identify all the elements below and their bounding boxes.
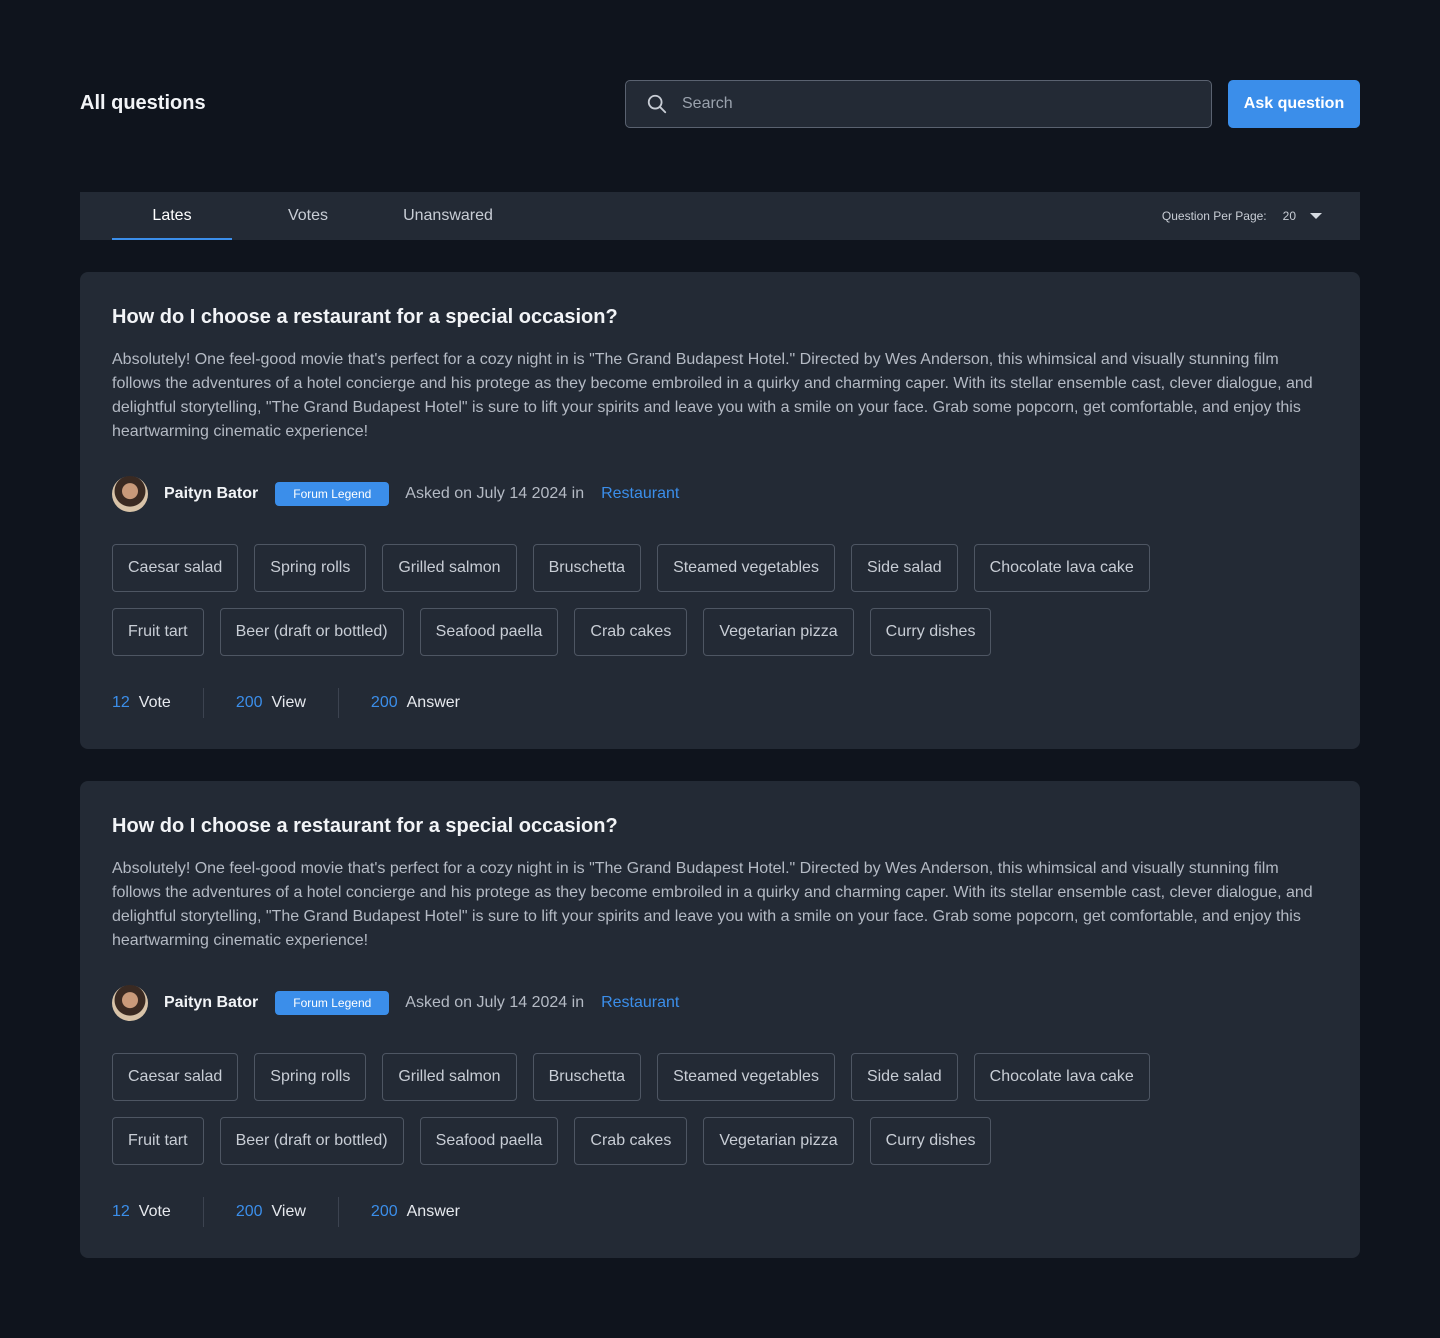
divider (202, 688, 204, 718)
tag-chip[interactable]: Spring rolls (254, 1053, 367, 1101)
tag-chip[interactable]: Spring rolls (254, 544, 367, 592)
answer-stat[interactable]: 200 Answer (371, 694, 460, 712)
tag-chip[interactable]: Fruit tart (112, 608, 204, 656)
ask-question-button[interactable]: Ask question (1228, 80, 1360, 128)
tag-chip[interactable]: Bruschetta (532, 544, 642, 592)
question-meta: Paityn Bator Forum Legend Asked on July … (112, 985, 679, 1021)
tabs-bar: Lates Votes Unanswared Question Per Page… (80, 192, 1360, 240)
tag-chip[interactable]: Crab cakes (574, 1117, 688, 1165)
vote-stat[interactable]: 12 Vote (112, 694, 171, 712)
answer-stat[interactable]: 200 Answer (371, 1203, 460, 1221)
tag-row: Caesar salad Spring rolls Grilled salmon Br… (112, 544, 1332, 592)
question-body: Absolutely! One feel-good movie that's p… (112, 351, 1313, 440)
answer-count: 200 (370, 694, 398, 711)
tag-chip[interactable]: Chocolate lava cake (973, 1053, 1150, 1101)
tag-chip[interactable]: Steamed vegetables (657, 544, 835, 592)
answer-label: Answer (406, 1203, 460, 1220)
per-page-value: 20 (1282, 209, 1296, 223)
per-page-selector[interactable]: Question Per Page: 20 (1162, 192, 1322, 240)
category-link[interactable]: Restaurant (601, 994, 679, 1012)
tag-chip[interactable]: Steamed vegetables (657, 1053, 835, 1101)
tag-chip[interactable]: Side salad (850, 544, 958, 592)
question-meta: Paityn Bator Forum Legend Asked on July … (112, 476, 679, 512)
user-badge: Forum Legend (275, 482, 390, 506)
caret-down-icon (1310, 213, 1322, 219)
question-title[interactable]: How do I choose a restaurant for a speci… (112, 306, 618, 329)
tag-chip[interactable]: Side salad (850, 1053, 958, 1101)
author-name[interactable]: Paityn Bator (164, 485, 258, 503)
tag-chip[interactable]: Beer (draft or bottled) (219, 608, 404, 656)
search-input[interactable] (682, 95, 1162, 113)
per-page-label: Question Per Page: (1161, 209, 1267, 223)
category-link[interactable]: Restaurant (601, 485, 679, 503)
search-icon (647, 94, 667, 114)
vote-label: Vote (138, 1203, 171, 1220)
question-card: How do I choose a restaurant for a speci… (80, 272, 1360, 749)
tag-chip[interactable]: Seafood paella (419, 1117, 559, 1165)
search-box[interactable] (625, 80, 1212, 128)
avatar[interactable] (112, 476, 148, 512)
page-title: All questions (80, 92, 206, 114)
tab-lates[interactable]: Lates (112, 192, 232, 240)
question-card: How do I choose a restaurant for a speci… (80, 781, 1360, 1258)
tag-list: Caesar salad Spring rolls Grilled salmon Br… (112, 1053, 1332, 1181)
tag-chip[interactable]: Vegetarian pizza (703, 1117, 854, 1165)
view-count: 200 (235, 1203, 263, 1220)
divider (202, 1197, 204, 1227)
tab-votes[interactable]: Votes (268, 192, 348, 240)
tag-row: Fruit tart Beer (draft or bottled) Seafood… (112, 608, 1332, 656)
tag-chip[interactable]: Vegetarian pizza (703, 608, 854, 656)
vote-count: 12 (112, 694, 130, 711)
view-stat: 200 View (236, 1203, 306, 1221)
question-stats: 12 Vote 200 View 200 Answer (112, 1197, 460, 1227)
divider (337, 688, 339, 718)
answer-count: 200 (370, 1203, 398, 1220)
tag-list: Caesar salad Spring rolls Grilled salmon Br… (112, 544, 1332, 672)
tag-row: Caesar salad Spring rolls Grilled salmon Br… (112, 1053, 1332, 1101)
tag-chip[interactable]: Crab cakes (574, 608, 688, 656)
tag-chip[interactable]: Grilled salmon (382, 544, 517, 592)
question-stats: 12 Vote 200 View 200 Answer (112, 688, 460, 718)
tag-chip[interactable]: Bruschetta (532, 1053, 642, 1101)
vote-count: 12 (112, 1203, 130, 1220)
tag-chip[interactable]: Curry dishes (869, 1117, 992, 1165)
view-label: View (271, 694, 306, 711)
question-title[interactable]: How do I choose a restaurant for a speci… (112, 815, 618, 838)
vote-label: Vote (138, 694, 171, 711)
tab-unanswered[interactable]: Unanswared (384, 192, 512, 240)
tag-chip[interactable]: Beer (draft or bottled) (219, 1117, 404, 1165)
view-label: View (271, 1203, 306, 1220)
user-badge: Forum Legend (275, 991, 390, 1015)
view-stat: 200 View (236, 694, 306, 712)
avatar[interactable] (112, 985, 148, 1021)
asked-date: Asked on July 14 2024 in (405, 485, 585, 502)
vote-stat[interactable]: 12 Vote (112, 1203, 171, 1221)
tag-row: Fruit tart Beer (draft or bottled) Seafood… (112, 1117, 1332, 1165)
view-count: 200 (235, 694, 263, 711)
page: All questions Ask question Lates Votes U… (0, 0, 1440, 1338)
tag-chip[interactable]: Caesar salad (112, 544, 239, 592)
answer-label: Answer (406, 694, 460, 711)
question-body: Absolutely! One feel-good movie that's p… (112, 860, 1313, 949)
header: All questions Ask question (80, 80, 1360, 128)
asked-date: Asked on July 14 2024 in (405, 994, 585, 1011)
author-name[interactable]: Paityn Bator (164, 994, 258, 1012)
tag-chip[interactable]: Chocolate lava cake (973, 544, 1150, 592)
tag-chip[interactable]: Curry dishes (869, 608, 992, 656)
tag-chip[interactable]: Caesar salad (112, 1053, 239, 1101)
tag-chip[interactable]: Seafood paella (419, 608, 559, 656)
tag-chip[interactable]: Grilled salmon (382, 1053, 517, 1101)
divider (337, 1197, 339, 1227)
tag-chip[interactable]: Fruit tart (112, 1117, 204, 1165)
